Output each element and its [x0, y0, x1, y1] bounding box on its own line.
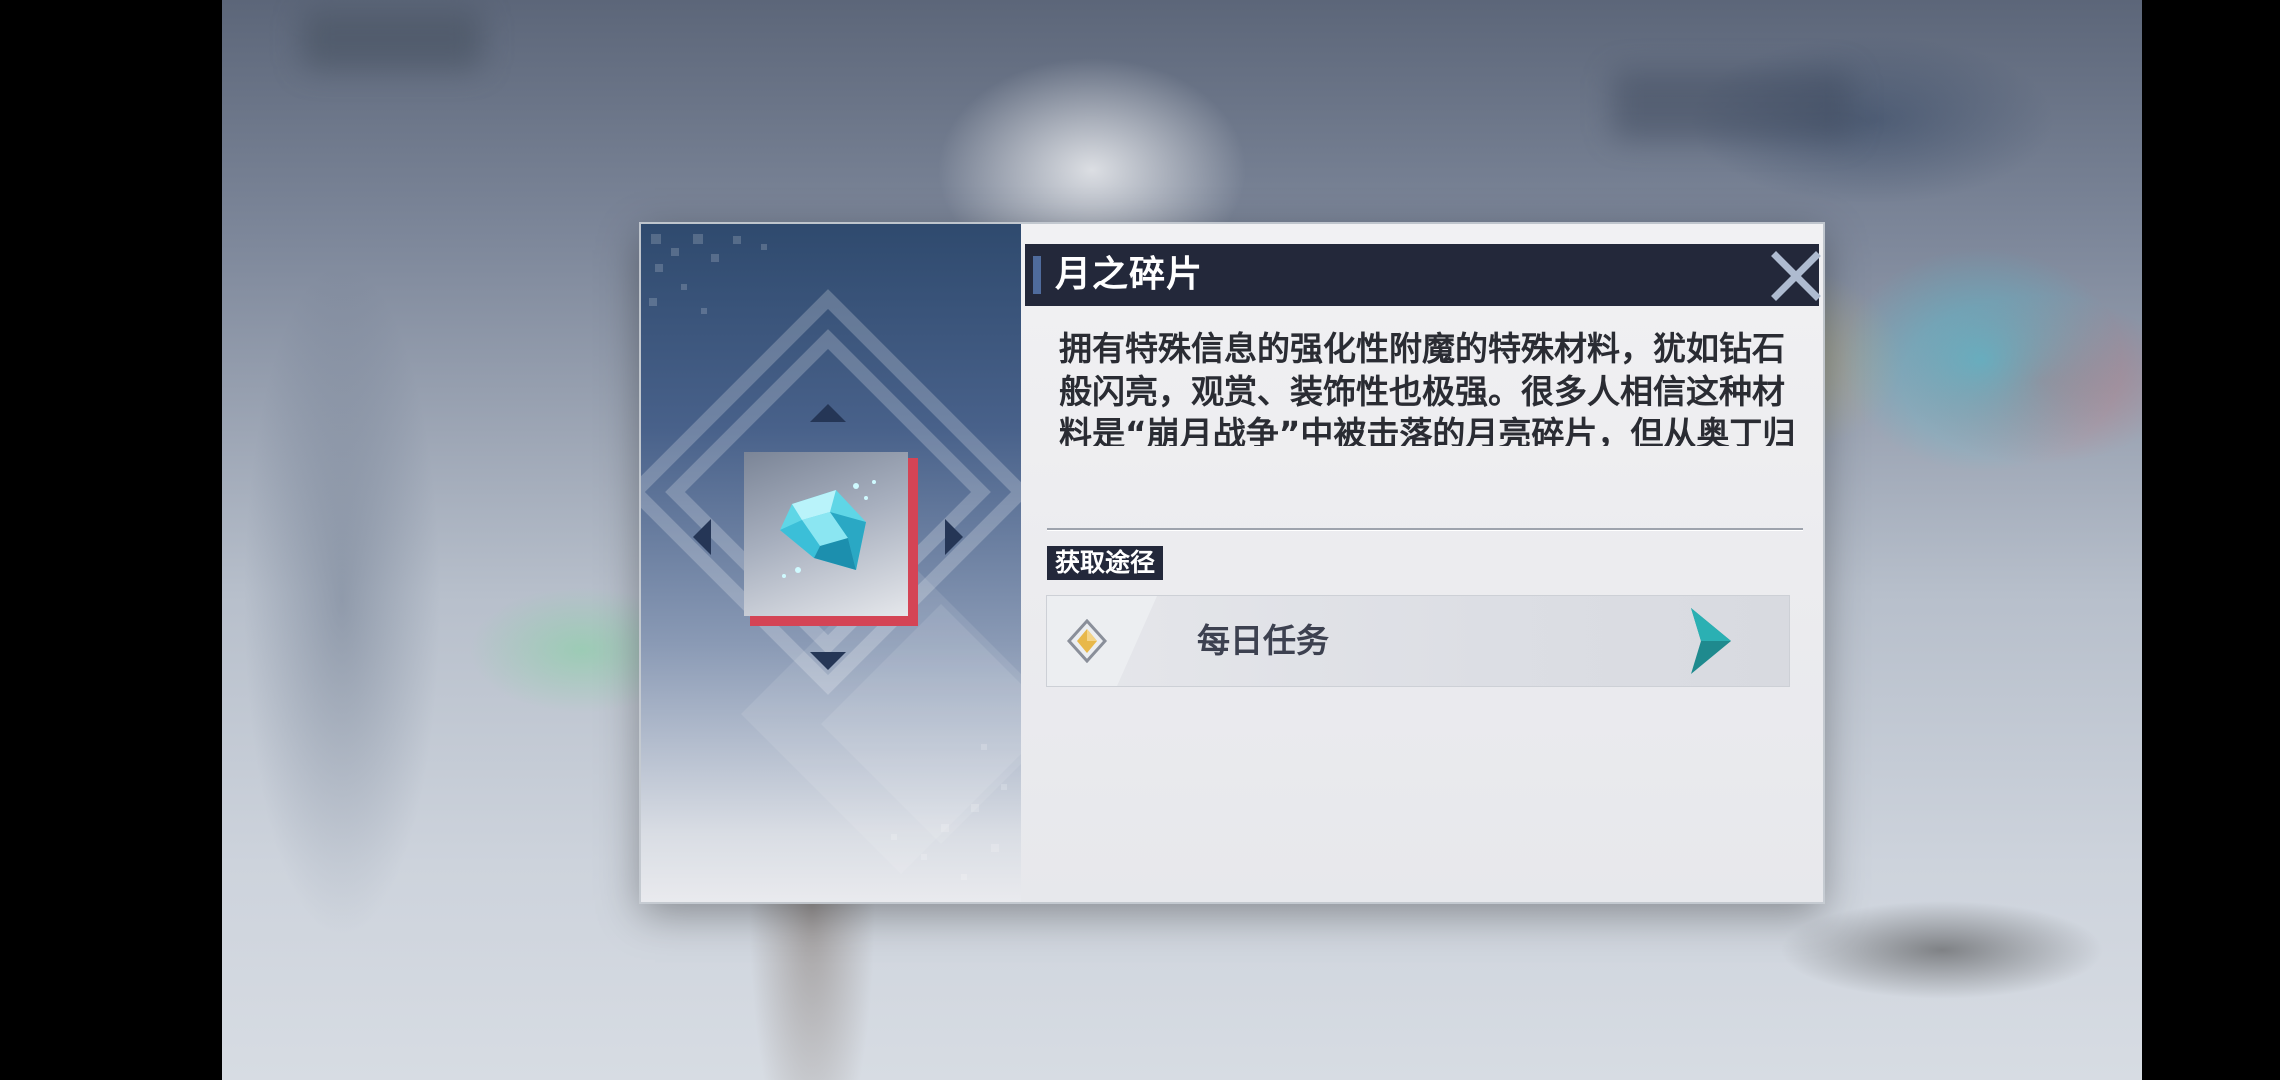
item-icon-frame: [744, 452, 908, 616]
background-top-right-element: [1612, 70, 1852, 140]
background-top-bar: [302, 10, 482, 70]
source-label: 每日任务: [1197, 621, 1329, 660]
title-bar: 月之碎片: [1025, 244, 1822, 306]
close-button[interactable]: [1770, 250, 1822, 302]
item-detail-dialog: 月之碎片 拥有特殊信息的强化性附魔的特殊材料，犹如钻石般闪亮，观赏、装饰性也极强…: [641, 224, 1823, 902]
item-info-panel: 月之碎片 拥有特殊信息的强化性附魔的特殊材料，犹如钻石般闪亮，观赏、装饰性也极强…: [1021, 224, 1823, 902]
title-accent: [1033, 256, 1041, 294]
screen: 月之碎片 拥有特殊信息的强化性附魔的特殊材料，犹如钻石般闪亮，观赏、装饰性也极强…: [0, 0, 2280, 1080]
chevron-right-icon: [1691, 608, 1731, 674]
item-preview-panel: [641, 224, 1021, 902]
item-title: 月之碎片: [1055, 254, 1204, 295]
item-description[interactable]: 拥有特殊信息的强化性附魔的特殊材料，犹如钻石般闪亮，观赏、装饰性也极强。很多人相…: [1059, 328, 1799, 446]
diamond-icon: [1066, 619, 1108, 663]
close-icon: [1771, 251, 1821, 301]
description-divider-highlight: [1047, 530, 1803, 531]
item-icon-card: [744, 452, 918, 626]
acquisition-section-label: 获取途径: [1047, 546, 1164, 580]
moon-shard-crystal-icon: [780, 480, 876, 578]
acquisition-source-daily-task[interactable]: 每日任务: [1046, 595, 1790, 687]
